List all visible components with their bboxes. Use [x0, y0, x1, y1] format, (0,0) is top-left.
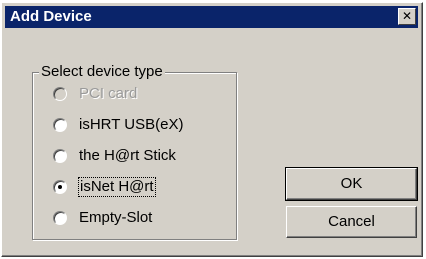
radio-label-pci-card: PCI card	[79, 85, 138, 102]
radio-isnet-hart[interactable]: isNet H@rt	[53, 177, 156, 197]
radio-label-hart-stick[interactable]: the H@rt Stick	[79, 147, 176, 165]
radio-button-selected-icon[interactable]	[53, 180, 67, 194]
group-label: Select device type	[39, 63, 165, 81]
device-type-group: Select device type PCI card isHRT USB(eX…	[32, 63, 237, 240]
radio-button-icon[interactable]	[53, 118, 67, 132]
radio-button-icon[interactable]	[53, 149, 67, 163]
radio-label-isnet-hart[interactable]: isNet H@rt	[78, 177, 156, 197]
radio-button-icon[interactable]	[53, 211, 67, 225]
radio-hart-stick[interactable]: the H@rt Stick	[53, 146, 176, 166]
cancel-button[interactable]: Cancel	[286, 206, 417, 238]
add-device-dialog: Add Device ✕ Select device type PCI card…	[1, 2, 423, 257]
ok-button[interactable]: OK	[285, 167, 418, 201]
radio-pci-card: PCI card	[53, 84, 137, 104]
radio-dot-icon	[58, 185, 62, 189]
close-icon[interactable]: ✕	[398, 8, 416, 25]
radio-label-ishrt-usb[interactable]: isHRT USB(eX)	[79, 116, 183, 134]
window-title: Add Device	[10, 8, 92, 25]
radio-button-icon	[53, 87, 67, 101]
title-bar[interactable]: Add Device ✕	[5, 6, 418, 28]
radio-ishrt-usb[interactable]: isHRT USB(eX)	[53, 115, 183, 135]
radio-empty-slot[interactable]: Empty-Slot	[53, 208, 152, 228]
radio-label-empty-slot[interactable]: Empty-Slot	[79, 209, 152, 227]
